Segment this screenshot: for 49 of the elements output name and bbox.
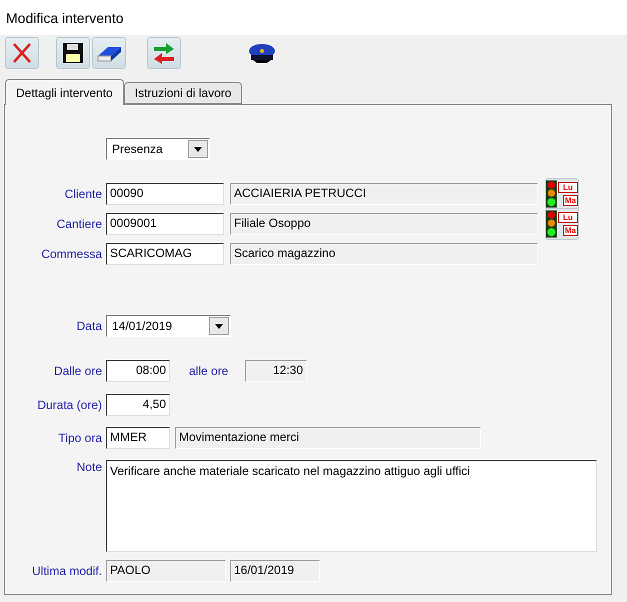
time-field[interactable]: 08:00 <box>106 360 170 382</box>
field-label: Commessa <box>40 247 103 261</box>
user-field: PAOLO <box>106 560 226 582</box>
type-dropdown[interactable]: Presenza <box>106 138 210 160</box>
field-label: Note <box>76 460 103 474</box>
description-field: Movimentazione merci <box>175 427 481 449</box>
description-field: Filiale Osoppo <box>230 213 538 235</box>
field-label: Dalle ore <box>52 364 103 378</box>
duration-field[interactable]: 4,50 <box>106 394 170 416</box>
day-tag: Ma <box>562 195 578 206</box>
dropdown-button[interactable] <box>209 317 229 335</box>
swap-button[interactable] <box>147 37 181 69</box>
tab[interactable]: Istruzioni di lavoro <box>124 82 242 104</box>
date-field: 16/01/2019 <box>230 560 320 582</box>
close-button[interactable] <box>5 37 39 69</box>
day-tag: Lu <box>558 182 578 193</box>
code-field[interactable]: 0009001 <box>106 213 224 235</box>
eraser-icon <box>96 44 122 62</box>
police-cap-icon[interactable] <box>247 43 277 63</box>
caret-icon <box>194 146 202 152</box>
field-label: Ultima modif. <box>30 564 103 578</box>
swap-arrows-icon <box>152 41 176 65</box>
traffic-light-button[interactable]: Lu Ma <box>545 178 579 210</box>
field-label: alle ore <box>189 364 230 378</box>
time-field: 12:30 <box>245 360 307 382</box>
field-label: Cantiere <box>56 217 103 231</box>
day-tag: Lu <box>558 212 578 223</box>
code-field[interactable]: 00090 <box>106 183 224 205</box>
note-field[interactable]: Verificare anche materiale scaricato nel magazzino attiguo agli uffici <box>106 460 597 552</box>
window-title: Modifica intervento <box>0 0 627 35</box>
description-field: Scarico magazzino <box>230 243 538 265</box>
field-label: Durata (ore) <box>36 398 103 412</box>
field-label: Tipo ora <box>57 431 103 445</box>
traffic-light-icon <box>546 209 557 239</box>
code-field[interactable]: MMER <box>106 427 170 449</box>
day-tag: Ma <box>562 225 578 236</box>
eraser-button[interactable] <box>92 37 126 69</box>
tab[interactable]: Dettagli intervento <box>5 79 124 105</box>
field-label: Data <box>76 319 103 333</box>
save-button[interactable] <box>56 37 90 69</box>
traffic-light-icon <box>546 179 557 209</box>
traffic-light-button[interactable]: Lu Ma <box>545 208 579 240</box>
field-label: Cliente <box>64 187 103 201</box>
dropdown-button[interactable] <box>188 140 208 158</box>
caret-icon <box>215 324 223 328</box>
code-field[interactable]: SCARICOMAG <box>106 243 224 265</box>
date-picker[interactable]: 14/01/2019 <box>106 315 231 337</box>
close-icon <box>12 42 32 64</box>
description-field: ACCIAIERIA PETRUCCI <box>230 183 538 205</box>
